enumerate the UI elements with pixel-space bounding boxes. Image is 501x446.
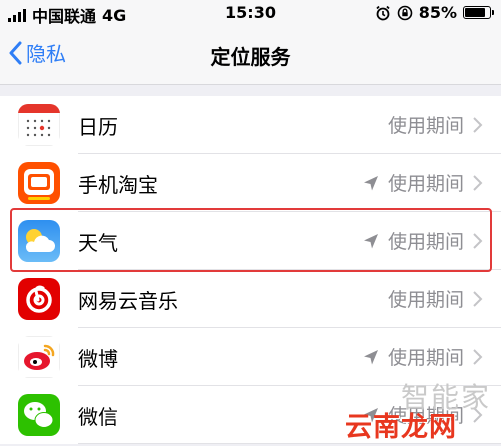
location-arrow-icon (363, 175, 378, 190)
app-row-calendar[interactable]: 日历 使用期间 (0, 96, 501, 154)
location-status-text: 使用期间 (387, 289, 464, 311)
calendar-icon (18, 104, 60, 146)
app-row-netease-music[interactable]: 网易云音乐 使用期间 (0, 270, 501, 328)
app-name: 日历 (78, 115, 118, 139)
app-row-taobao[interactable]: 手机淘宝 使用期间 (0, 154, 501, 212)
app-status: 使用期间 (362, 169, 483, 196)
highlight-box (10, 208, 492, 272)
app-name: 微信 (78, 405, 118, 429)
location-arrow-icon (363, 349, 378, 364)
watermark-front-text: 云南龙网 (345, 412, 457, 443)
chevron-right-icon (473, 348, 483, 365)
app-status: 使用期间 (388, 111, 483, 138)
watermark: 智能家 云南龙网 (345, 376, 495, 444)
page-title: 定位服务 (210, 45, 291, 69)
app-status: 使用期间 (362, 343, 483, 370)
app-name: 微博 (78, 347, 118, 371)
battery-icon (463, 6, 494, 19)
rotation-lock-icon (397, 5, 413, 20)
chevron-right-icon (473, 116, 483, 133)
location-status-text: 使用期间 (387, 173, 464, 195)
netease-music-icon (18, 278, 60, 320)
weibo-icon (18, 336, 60, 378)
app-status: 使用期间 (388, 285, 483, 312)
wechat-icon (18, 394, 60, 436)
chevron-right-icon (473, 174, 483, 191)
status-bar: 中国联通 4G 15:30 85% (0, 0, 501, 26)
location-status-text: 使用期间 (387, 115, 464, 137)
alarm-clock-icon (376, 5, 390, 20)
battery-fill (465, 8, 486, 17)
status-right: 85% (375, 3, 494, 22)
app-name: 手机淘宝 (78, 173, 158, 197)
taobao-icon (18, 162, 60, 204)
location-status-text: 使用期间 (387, 347, 464, 369)
chevron-right-icon (473, 290, 483, 307)
navigation-bar: 隐私 定位服务 (0, 26, 501, 85)
battery-percent: 85% (418, 3, 457, 22)
app-name: 网易云音乐 (78, 289, 178, 313)
